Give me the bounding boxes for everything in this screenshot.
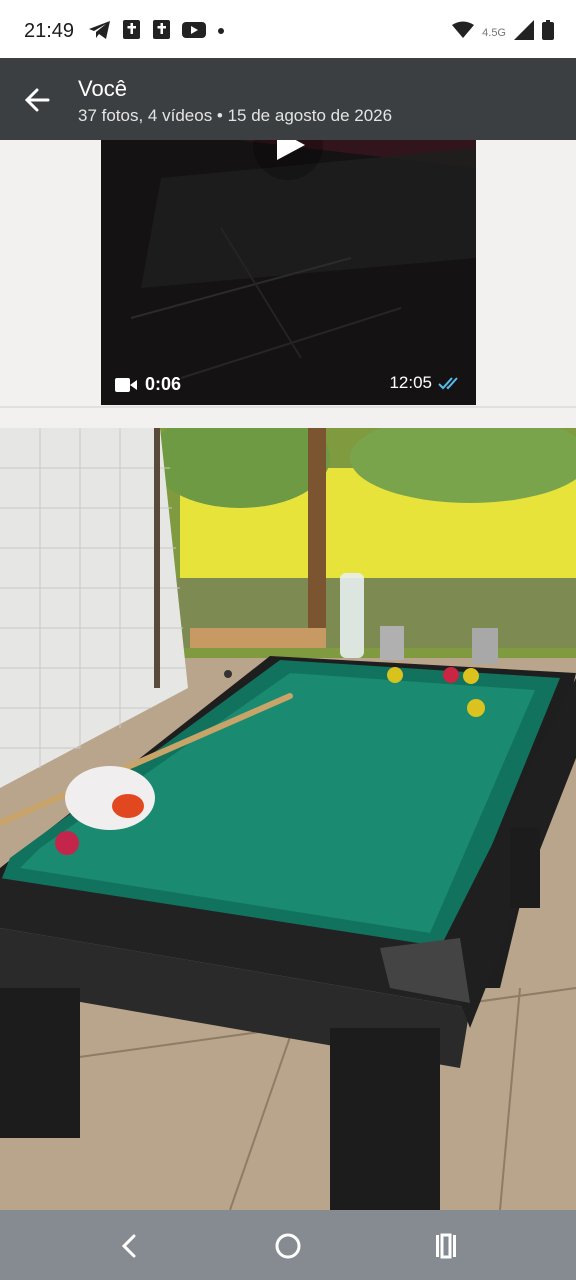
home-nav-icon <box>275 1233 301 1259</box>
divider <box>0 406 576 408</box>
network-type: 4.5G <box>482 26 506 39</box>
signal-icon <box>514 20 534 45</box>
video-duration: 0:06 <box>145 374 182 394</box>
message-time: 12:05 <box>389 373 432 392</box>
telegram-icon <box>88 20 112 45</box>
chat-title[interactable]: Você <box>78 76 127 102</box>
arrow-left-icon <box>24 88 50 112</box>
back-nav-icon <box>121 1234 136 1258</box>
bible-app-icon <box>152 19 172 46</box>
nav-back-button[interactable] <box>110 1226 150 1266</box>
back-button[interactable] <box>18 80 58 120</box>
navigation-bar <box>0 1210 576 1280</box>
photo-image <box>0 428 576 1210</box>
recents-nav-icon <box>436 1233 456 1259</box>
wifi-icon <box>452 21 475 44</box>
nav-home-button[interactable] <box>268 1226 308 1266</box>
youtube-icon <box>182 21 206 44</box>
dot-icon <box>216 23 226 41</box>
double-check-icon <box>438 377 458 390</box>
bible-app-icon <box>122 19 142 46</box>
photo-pool-table[interactable] <box>0 428 576 1210</box>
status-time: 21:49 <box>24 20 75 42</box>
app-bar: Você 37 fotos, 4 vídeos • 15 de agosto d… <box>0 58 576 140</box>
status-bar: 21:49 4.5G <box>0 0 576 58</box>
video-camera-icon <box>115 377 137 392</box>
nav-recents-button[interactable] <box>426 1226 466 1266</box>
media-summary: 37 fotos, 4 vídeos • 15 de agosto de 202… <box>78 106 393 125</box>
battery-icon <box>542 20 554 45</box>
